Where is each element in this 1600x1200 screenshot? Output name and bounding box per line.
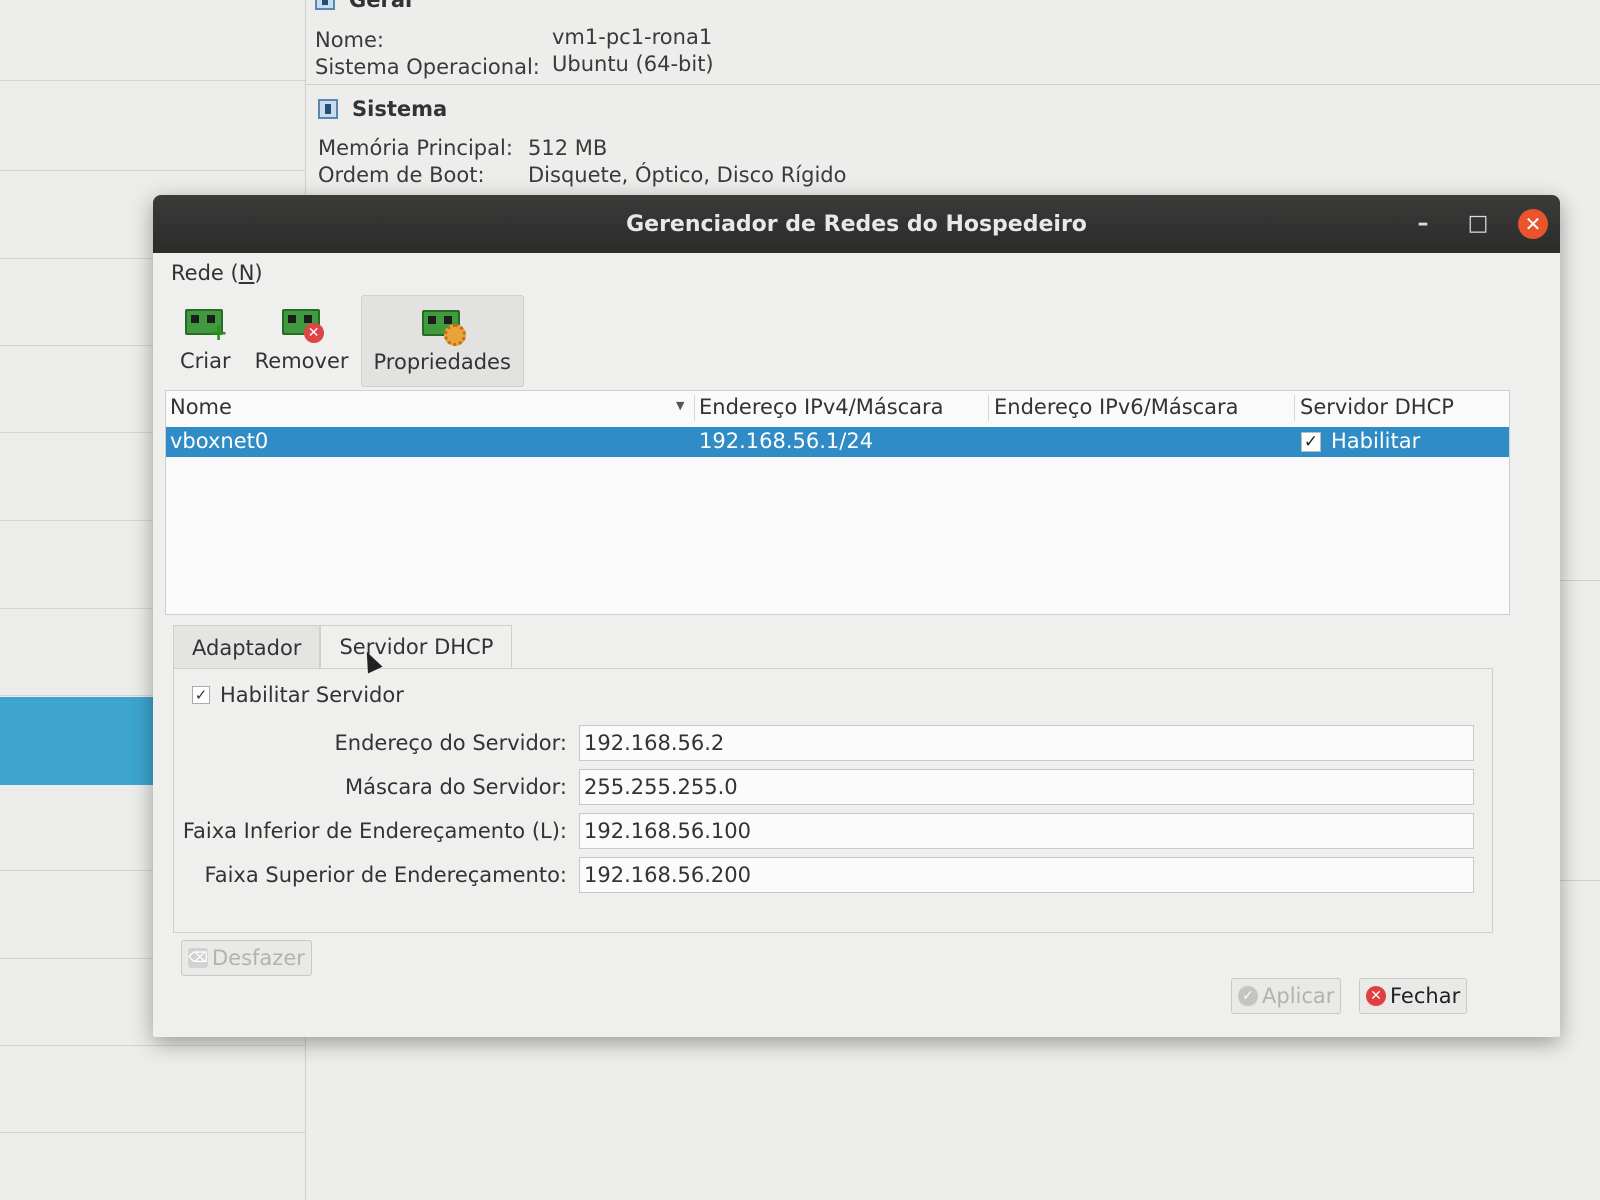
maximize-button[interactable]: □ bbox=[1463, 209, 1493, 239]
menu-rede-mnemonic: N bbox=[238, 261, 255, 285]
lower-bound-label: Faixa Inferior de Endereçamento (L): bbox=[182, 819, 567, 843]
tab-adaptador[interactable]: Adaptador bbox=[173, 625, 321, 669]
cell-ipv4: 192.168.56.1/24 bbox=[699, 429, 874, 453]
lower-bound-input[interactable] bbox=[579, 813, 1474, 849]
network-card-add-icon: + bbox=[183, 299, 228, 345]
server-mask-label: Máscara do Servidor: bbox=[344, 775, 567, 799]
sistema-heading-text: Sistema bbox=[352, 97, 448, 121]
table-row[interactable]: vboxnet0 192.168.56.1/24 ✓ Habilitar bbox=[166, 427, 1509, 457]
criar-button[interactable]: + Criar bbox=[168, 295, 243, 387]
desfazer-button[interactable]: ⌫ Desfazer bbox=[181, 940, 312, 976]
habilitar-servidor-checkbox[interactable]: ✓ Habilitar Servidor bbox=[192, 683, 404, 707]
check-circle-icon: ✓ bbox=[1238, 986, 1258, 1006]
vm-name-value: vm1-pc1-rona1 bbox=[552, 25, 713, 49]
habilitar-servidor-label: Habilitar Servidor bbox=[220, 683, 404, 707]
checkmark-icon: ✓ bbox=[192, 686, 210, 704]
cell-dhcp-label: Habilitar bbox=[1331, 429, 1421, 453]
cell-nome: vboxnet0 bbox=[170, 429, 269, 453]
col-header-ipv6[interactable]: Endereço IPv6/Máscara bbox=[994, 395, 1239, 419]
aplicar-label: Aplicar bbox=[1262, 984, 1335, 1008]
close-window-button[interactable]: ✕ bbox=[1518, 209, 1548, 239]
server-mask-input[interactable] bbox=[579, 769, 1474, 805]
network-table: Nome ▼ Endereço IPv4/Máscara Endereço IP… bbox=[165, 390, 1510, 615]
column-divider bbox=[1294, 395, 1295, 421]
network-card-properties-icon bbox=[420, 300, 467, 346]
toolbar: + Criar ✕ Remover Propriedades bbox=[168, 295, 524, 387]
geral-heading-text: Geral bbox=[349, 0, 413, 12]
col-header-dhcp[interactable]: Servidor DHCP bbox=[1300, 395, 1454, 419]
col-header-nome[interactable]: Nome bbox=[170, 395, 232, 419]
propriedades-button[interactable]: Propriedades bbox=[360, 295, 524, 387]
col-header-ipv4[interactable]: Endereço IPv4/Máscara bbox=[699, 395, 944, 419]
upper-bound-input[interactable] bbox=[579, 857, 1474, 893]
memory-label: Memória Principal: bbox=[318, 136, 513, 160]
tab-servidor-dhcp[interactable]: Servidor DHCP bbox=[320, 625, 513, 669]
details-divider bbox=[306, 84, 1600, 85]
undo-icon: ⌫ bbox=[188, 948, 208, 968]
column-divider bbox=[988, 395, 989, 421]
title-bar[interactable]: Gerenciador de Redes do Hospedeiro – □ ✕ bbox=[153, 195, 1560, 253]
dhcp-enable-checkbox[interactable]: ✓ bbox=[1301, 432, 1321, 452]
host-network-manager-dialog: Gerenciador de Redes do Hospedeiro – □ ✕… bbox=[153, 195, 1560, 1037]
os-value: Ubuntu (64-bit) bbox=[552, 52, 714, 76]
fechar-button[interactable]: ✕ Fechar bbox=[1359, 978, 1468, 1014]
geral-heading: Geral bbox=[315, 0, 412, 12]
criar-label: Criar bbox=[180, 349, 231, 373]
sistema-heading: Sistema bbox=[318, 97, 447, 121]
boot-order-label: Ordem de Boot: bbox=[318, 163, 485, 187]
menu-rede[interactable]: Rede (N) bbox=[171, 261, 263, 285]
aplicar-button[interactable]: ✓ Aplicar bbox=[1231, 978, 1342, 1014]
tab-bar: Adaptador Servidor DHCP bbox=[173, 625, 513, 669]
column-divider bbox=[694, 395, 695, 421]
minimize-button[interactable]: – bbox=[1408, 209, 1438, 239]
upper-bound-label: Faixa Superior de Endereçamento: bbox=[204, 863, 567, 887]
remover-label: Remover bbox=[254, 349, 349, 373]
memory-value: 512 MB bbox=[528, 136, 608, 160]
vm-list-selected-item[interactable] bbox=[0, 697, 172, 785]
server-address-input[interactable] bbox=[579, 725, 1474, 761]
general-icon bbox=[315, 0, 335, 10]
desfazer-label: Desfazer bbox=[212, 946, 305, 970]
menu-rede-text: Rede ( bbox=[171, 261, 239, 285]
menu-rede-suffix: ) bbox=[254, 261, 263, 285]
boot-order-value: Disquete, Óptico, Disco Rígido bbox=[528, 163, 847, 187]
table-header: Nome ▼ Endereço IPv4/Máscara Endereço IP… bbox=[166, 391, 1509, 427]
dhcp-panel: ✓ Habilitar Servidor Endereço do Servido… bbox=[173, 668, 1493, 933]
vm-name-label: Nome: bbox=[315, 28, 385, 52]
network-card-remove-icon: ✕ bbox=[280, 299, 324, 343]
os-label: Sistema Operacional: bbox=[315, 55, 540, 79]
propriedades-label: Propriedades bbox=[373, 350, 511, 374]
chip-icon bbox=[318, 99, 338, 119]
close-circle-icon: ✕ bbox=[1366, 986, 1386, 1006]
sort-descending-icon: ▼ bbox=[676, 399, 685, 412]
dialog-title: Gerenciador de Redes do Hospedeiro bbox=[626, 211, 1087, 237]
fechar-label: Fechar bbox=[1390, 984, 1461, 1008]
remover-button[interactable]: ✕ Remover bbox=[243, 295, 361, 387]
server-address-label: Endereço do Servidor: bbox=[334, 731, 567, 755]
tab-adaptador-label: Adaptador bbox=[192, 635, 302, 660]
